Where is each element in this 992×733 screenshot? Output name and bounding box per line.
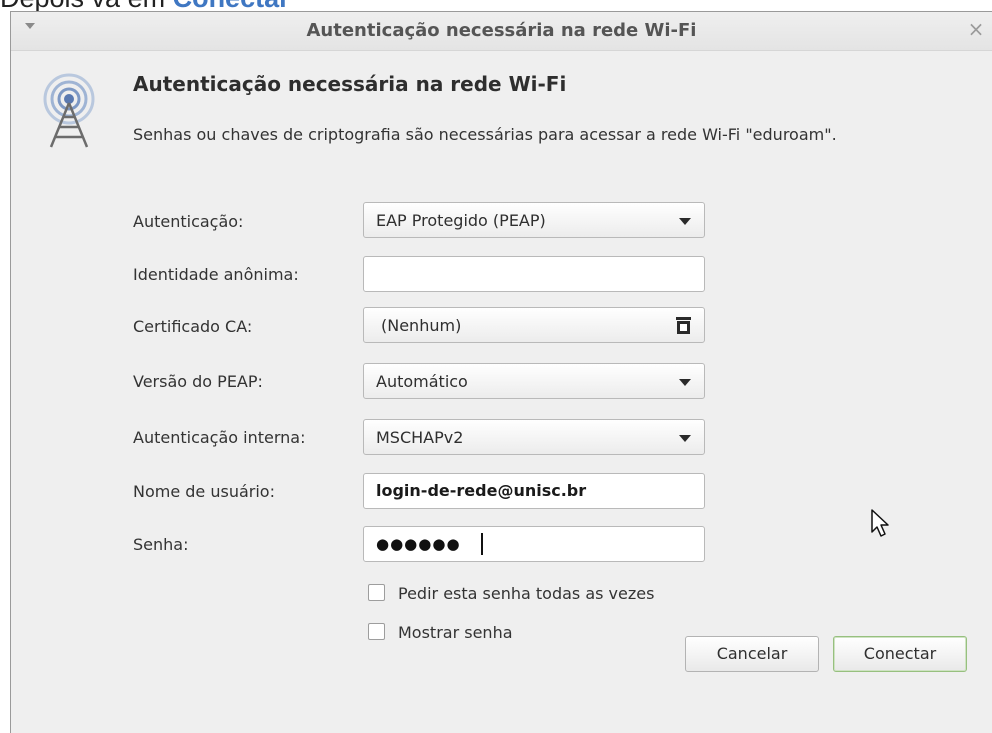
ca-certificate-chooser[interactable]: (Nenhum)	[363, 307, 705, 343]
dialog-description: Senhas ou chaves de criptografia são nec…	[133, 125, 837, 144]
dialog-heading: Autenticação necessária na rede Wi-Fi	[133, 72, 567, 96]
window-title: Autenticação necessária na rede Wi-Fi	[306, 20, 697, 41]
show-password-checkbox[interactable]	[368, 623, 385, 640]
auth-dialog-window: Autenticação necessária na rede Wi-Fi × …	[10, 11, 992, 733]
peap-version-label: Versão do PEAP:	[133, 372, 263, 391]
wifi-tower-icon	[43, 73, 95, 148]
authentication-label: Autenticação:	[133, 212, 244, 231]
dropdown-arrow-icon	[679, 218, 691, 225]
cancel-button[interactable]: Cancelar	[685, 636, 819, 672]
document-icon	[676, 317, 691, 334]
authentication-select[interactable]: EAP Protegido (PEAP)	[363, 202, 705, 238]
close-icon[interactable]: ×	[966, 19, 986, 39]
password-input[interactable]: ●●●●●●	[363, 526, 705, 562]
mouse-pointer-icon	[871, 509, 889, 537]
ask-every-time-label: Pedir esta senha todas as vezes	[398, 584, 655, 603]
show-password-label: Mostrar senha	[398, 623, 513, 642]
text-caret	[481, 533, 483, 555]
show-password-row[interactable]: Mostrar senha	[368, 623, 513, 642]
inner-authentication-label: Autenticação interna:	[133, 428, 306, 447]
ca-certificate-label: Certificado CA:	[133, 317, 253, 336]
title-bar: Autenticação necessária na rede Wi-Fi ×	[11, 12, 992, 51]
ca-certificate-value: (Nenhum)	[381, 316, 462, 335]
ask-every-time-row[interactable]: Pedir esta senha todas as vezes	[368, 584, 654, 603]
connect-button[interactable]: Conectar	[833, 636, 967, 672]
peap-version-select[interactable]: Automático	[363, 363, 705, 399]
anonymous-identity-input[interactable]	[363, 256, 705, 292]
inner-authentication-value: MSCHAPv2	[376, 428, 464, 447]
ask-every-time-checkbox[interactable]	[368, 584, 385, 601]
username-label: Nome de usuário:	[133, 482, 275, 501]
dropdown-arrow-icon	[679, 435, 691, 442]
anonymous-identity-label: Identidade anônima:	[133, 265, 299, 284]
authentication-value: EAP Protegido (PEAP)	[376, 211, 546, 230]
dropdown-arrow-icon	[679, 379, 691, 386]
password-mask: ●●●●●●	[376, 535, 461, 553]
password-label: Senha:	[133, 535, 189, 554]
inner-authentication-select[interactable]: MSCHAPv2	[363, 419, 705, 455]
peap-version-value: Automático	[376, 372, 468, 391]
username-input[interactable]: login-de-rede@unisc.br	[363, 473, 705, 509]
